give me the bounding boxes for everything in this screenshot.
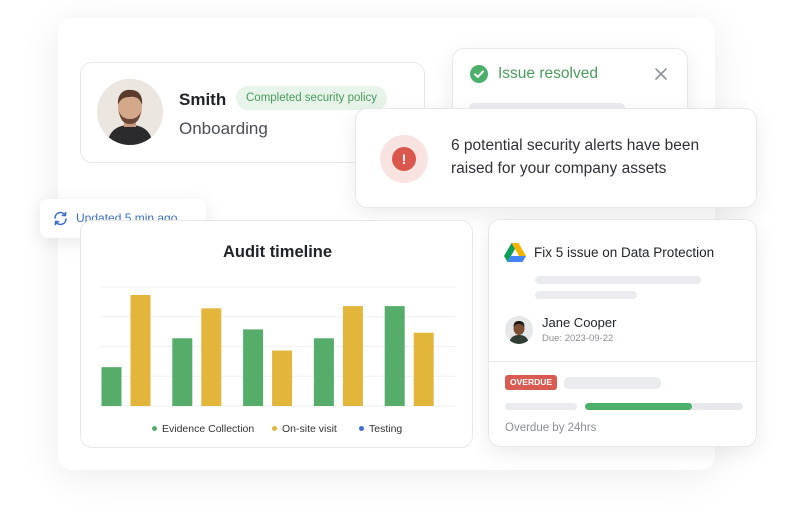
refresh-icon [52, 210, 69, 227]
divider [489, 361, 758, 362]
legend-label: On-site visit [282, 423, 337, 435]
bar-on-site-visit-4 [342, 306, 363, 406]
legend-label: Evidence Collection [162, 423, 255, 435]
bar-on-site-visit-1 [130, 295, 151, 406]
security-alert-card[interactable]: ! 6 potential security alerts have been … [355, 108, 757, 208]
overdue-text: Overdue by 24hrs [505, 422, 597, 434]
progress-fill [585, 403, 693, 410]
task-card[interactable]: Fix 5 issue on Data Protection Jane Coop… [488, 219, 758, 447]
avatar [97, 79, 163, 145]
check-circle-icon [470, 65, 488, 83]
dashboard-stage: Smith Completed security policy Onboardi… [0, 0, 797, 530]
resolved-title: Issue resolved [498, 65, 598, 82]
task-title: Fix 5 issue on Data Protection [534, 245, 715, 260]
bar-evidence-collection-1 [101, 367, 122, 406]
bar-evidence-collection-4 [313, 338, 334, 406]
skeleton-line [564, 377, 661, 389]
assignee-avatar [505, 316, 533, 344]
legend-dot [272, 425, 277, 431]
legend-item: Evidence Collection [152, 423, 254, 435]
bar-on-site-visit-3 [272, 350, 293, 406]
bar-on-site-visit-2 [201, 308, 222, 406]
assignee-name: Jane Cooper [542, 315, 617, 330]
status-badge: Completed security policy [236, 86, 388, 110]
google-drive-icon [504, 243, 526, 263]
bar-on-site-visit-5 [413, 332, 434, 406]
alert-icon-wrap: ! [380, 135, 428, 183]
skeleton-line [535, 276, 701, 284]
overdue-badge: OVERDUE [505, 375, 558, 390]
skeleton-line [535, 291, 637, 299]
bar-evidence-collection-2 [172, 338, 193, 406]
profile-name: Smith [179, 90, 227, 109]
due-date: Due: 2023-09-22 [542, 333, 614, 344]
bar-evidence-collection-3 [243, 329, 264, 406]
alert-message: 6 potential security alerts have been ra… [451, 137, 700, 177]
legend-dot [359, 425, 364, 431]
audit-bar-chart [101, 286, 455, 407]
legend-item: Testing [359, 423, 402, 435]
audit-timeline-card: Audit timeline Evidence Collection On-sit… [80, 220, 473, 448]
skeleton-line [505, 403, 577, 410]
legend-item: On-site visit [272, 423, 337, 435]
profile-status: Onboarding [179, 119, 268, 138]
exclamation-icon: ! [392, 147, 416, 171]
progress-bar [585, 403, 743, 410]
legend-dot [152, 425, 157, 431]
close-icon[interactable] [653, 66, 669, 82]
legend-label: Testing [369, 423, 403, 435]
bar-evidence-collection-5 [384, 306, 405, 406]
